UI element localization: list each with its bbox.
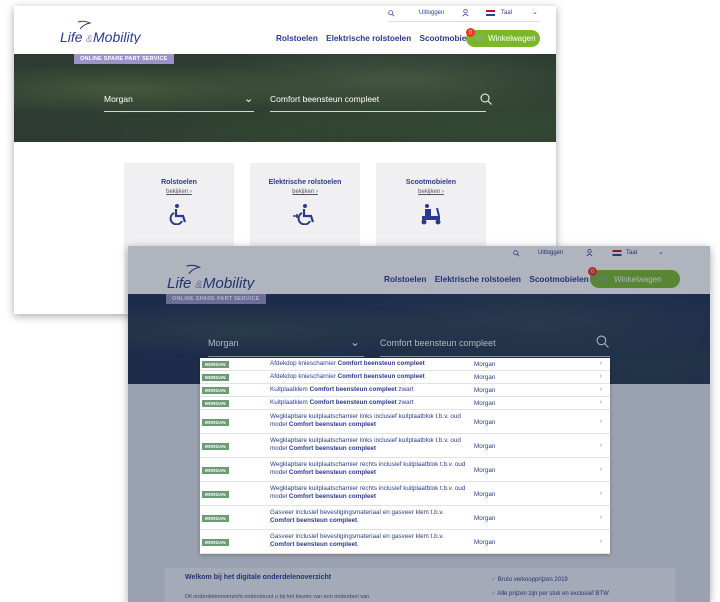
chevron-right-icon: › [599,399,602,406]
svg-text:&: & [86,34,93,44]
category-title: Scootmobielen [405,179,457,186]
brand-tag: MORGAN [202,419,229,426]
chevron-down-icon[interactable]: ⌄ [532,8,538,16]
chevron-down-icon[interactable]: ⌄ [244,92,253,105]
result-brand: Morgan [474,539,496,546]
brand-select-value[interactable]: Morgan [104,94,133,104]
brand-tag: MORGAN [202,400,229,407]
cart-label: Winkelwagen [487,34,536,43]
chevron-right-icon: › [599,514,602,521]
scooter-icon [421,204,441,225]
result-description: Wegklapbare kuitplaatscharnier links inc… [270,437,461,452]
chevron-right-icon: › [599,490,602,497]
search-result-row[interactable]: MORGAN Wegklapbare kuitplaatscharnier rec… [200,482,610,506]
svg-text:Mobility: Mobility [93,29,141,44]
result-brand: Morgan [474,361,496,368]
brand-tag: MORGAN [202,539,229,546]
search-result-row[interactable]: MORGAN Kuitplaatklem Comfort beensteun co… [200,397,610,410]
svg-text:Life: Life [60,29,83,44]
brand-tag: MORGAN [202,443,229,450]
nav-elektrische-rolstoelen[interactable]: Elektrische rolstoelen [326,34,411,43]
result-description: Wegklapbare kuitplaatscharnier rechts in… [270,461,466,476]
chevron-right-icon: › [599,418,602,425]
search-input-underline [270,111,486,112]
brand-tag: MORGAN [202,387,229,394]
search-result-row[interactable]: MORGAN Gasveer inclusief bevestigingsmate… [200,506,610,530]
brand-tag: MORGAN [202,467,229,474]
search-result-row[interactable]: MORGAN Wegklapbare kuitplaatscharnier rec… [200,458,610,482]
result-brand: Morgan [474,400,496,407]
chevron-right-icon: › [599,442,602,449]
cart-count-badge: 0 [466,28,475,37]
result-description: Kuitplaatklem Comfort beensteun compleet… [270,386,414,393]
category-link[interactable]: bekijken › [250,189,360,195]
brand-tag: MORGAN [202,361,229,368]
result-description: Afdekdop kniescharnier Comfort beensteun… [270,373,425,380]
result-brand: Morgan [474,374,496,381]
logout-link[interactable]: Uitloggen [419,10,444,16]
result-brand: Morgan [474,467,496,474]
search-result-row[interactable]: MORGAN Kuitplaatklem Comfort beensteun co… [200,384,610,397]
cart-button[interactable]: 🛒 Winkelwagen [466,30,540,47]
nav-rolstoelen[interactable]: Rolstoelen [276,34,318,43]
category-title: Elektrische rolstoelen [268,179,342,186]
brand-select-underline [104,111,254,112]
result-description: Wegklapbare kuitplaatscharnier rechts in… [270,485,466,500]
result-description: Afdekdop kniescharnier Comfort beensteun… [270,360,425,367]
brand-tag: MORGAN [202,491,229,498]
flag-icon [486,10,495,16]
category-title: Rolstoelen [161,179,197,186]
user-icon[interactable] [462,9,469,19]
wheelchair-icon [169,204,187,226]
electric-wheelchair-icon [293,204,315,226]
spare-part-badge: ONLINE SPARE PART SERVICE [74,54,174,64]
result-brand: Morgan [474,515,496,522]
search-result-row[interactable]: MORGAN Wegklapbare kuitplaatscharnier lin… [200,410,610,434]
chevron-right-icon: › [599,466,602,473]
search-result-row[interactable]: MORGAN Wegklapbare kuitplaatscharnier lin… [200,434,610,458]
brand-tag: MORGAN [202,374,229,381]
search-results-dropdown: MORGAN Afdekdop kniescharnier Comfort bee… [200,358,610,554]
result-description: Gasveer inclusief bevestigingsmateriaal … [270,533,444,548]
result-description: Gasveer inclusief bevestigingsmateriaal … [270,509,444,524]
brand-tag: MORGAN [202,515,229,522]
result-brand: Morgan [474,387,496,394]
search-result-row[interactable]: MORGAN Afdekdop kniescharnier Comfort bee… [200,371,610,384]
result-brand: Morgan [474,491,496,498]
logo[interactable]: Life & Mobility [60,20,155,49]
chevron-right-icon: › [599,538,602,545]
hero-banner: ONLINE SPARE PART SERVICE Morgan ⌄ Comfo… [14,54,556,142]
chevron-right-icon: › [599,373,602,380]
search-result-row[interactable]: MORGAN Afdekdop kniescharnier Comfort bee… [200,358,610,371]
chevron-right-icon: › [599,360,602,367]
search-icon[interactable] [388,10,395,19]
result-description: Kuitplaatklem Comfort beensteun compleet… [270,399,414,406]
cart-icon: 🛒 [474,34,484,43]
result-brand: Morgan [474,443,496,450]
search-input[interactable]: Comfort beensteun compleet [270,94,379,104]
main-nav: Rolstoelen Elektrische rolstoelen Scootm… [276,34,478,43]
language-selector[interactable]: Taal [501,10,512,16]
category-link[interactable]: bekijken › [124,189,234,195]
chevron-right-icon: › [599,386,602,393]
search-result-row[interactable]: MORGAN Gasveer inclusief bevestigingsmate… [200,530,610,554]
category-link[interactable]: bekijken › [376,189,486,195]
foreground-window: Uitloggen Taal ⌄ Life & Mobility Rolstoe… [128,246,710,602]
result-description: Wegklapbare kuitplaatscharnier links inc… [270,413,461,428]
result-brand: Morgan [474,419,496,426]
search-icon[interactable] [480,92,492,110]
